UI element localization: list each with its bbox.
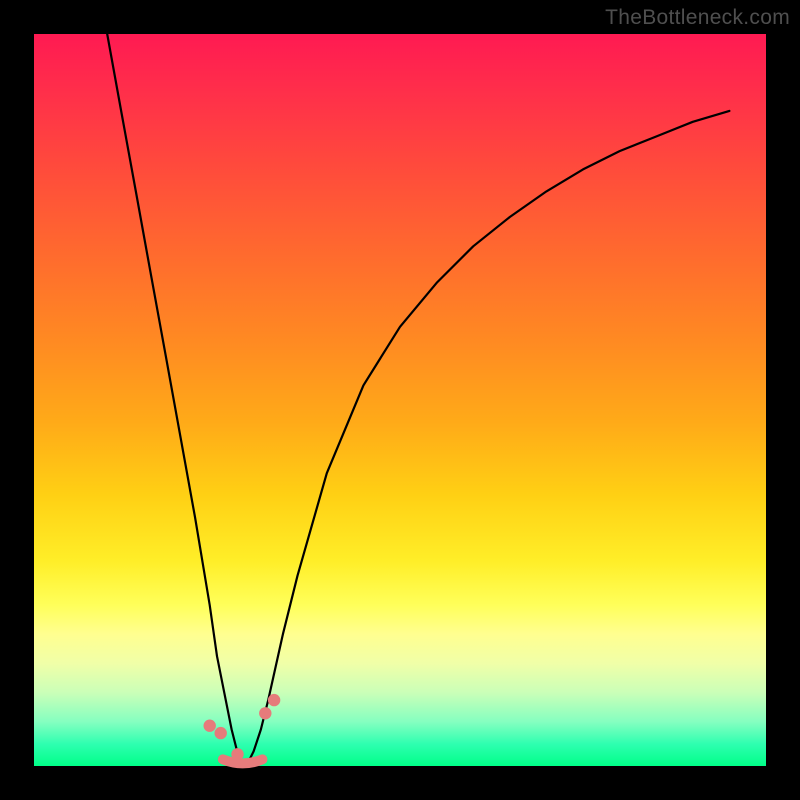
marker-dot <box>259 707 271 719</box>
curve-layer <box>34 34 766 766</box>
bottleneck-curve <box>107 34 729 766</box>
marker-dot <box>215 727 227 739</box>
highlight-arc <box>223 759 263 763</box>
highlight-dots <box>204 694 281 761</box>
chart-frame: TheBottleneck.com <box>0 0 800 800</box>
watermark-text: TheBottleneck.com <box>605 6 790 30</box>
marker-dot <box>231 748 243 760</box>
marker-dot <box>204 720 216 732</box>
marker-dot <box>268 694 280 706</box>
